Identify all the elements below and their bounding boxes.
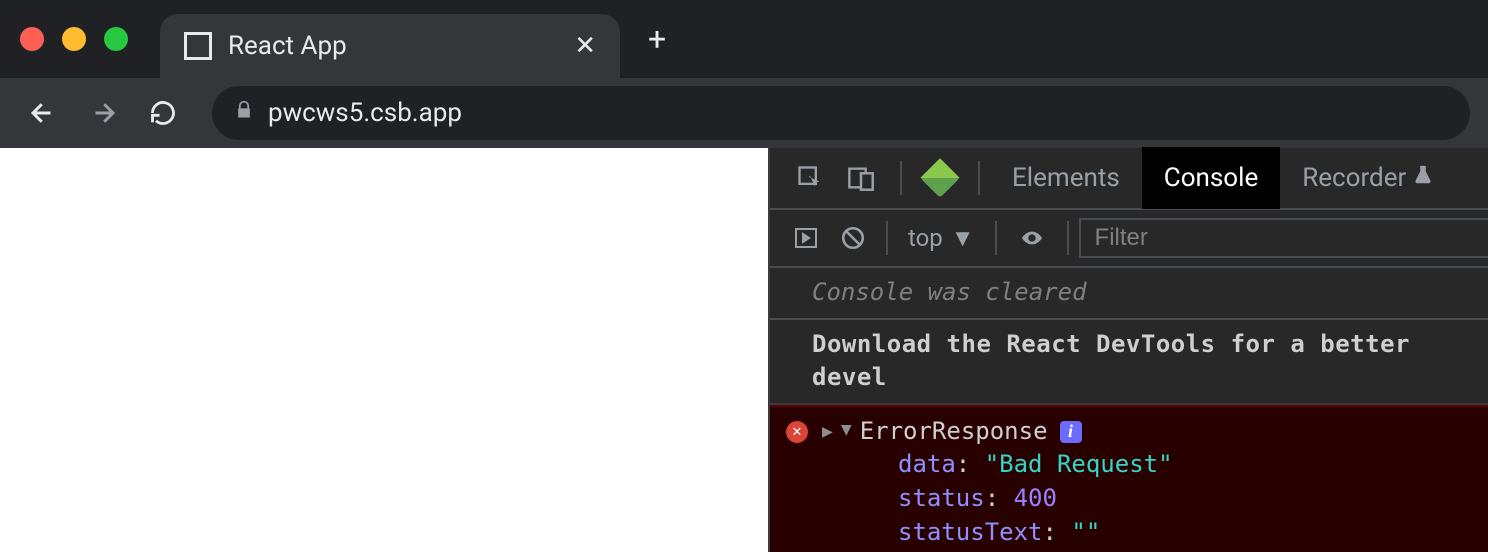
console-filter-input[interactable] — [1079, 218, 1488, 258]
window-close-button[interactable] — [20, 27, 44, 51]
context-selector[interactable]: top ▼ — [898, 224, 985, 253]
tab-favicon — [184, 32, 212, 60]
expand-caret-icon[interactable]: ▶ — [822, 419, 833, 444]
console-output: Console was cleared Download the React D… — [770, 268, 1488, 552]
devtools-tab-console[interactable]: Console — [1142, 147, 1280, 209]
lock-icon — [234, 98, 254, 128]
address-bar[interactable]: pwcws5.csb.app — [212, 86, 1470, 140]
error-prop: status: 400 — [786, 482, 1472, 516]
console-error: ✕ ▶ ▼ ErrorResponse i data: "Bad Request… — [770, 405, 1488, 552]
window-minimize-button[interactable] — [62, 27, 86, 51]
info-icon[interactable]: i — [1060, 421, 1082, 443]
chevron-down-icon: ▼ — [951, 224, 975, 253]
window-fullscreen-button[interactable] — [104, 27, 128, 51]
expand-caret-icon[interactable]: ▼ — [841, 417, 852, 442]
sidebar-toggle-icon[interactable] — [782, 226, 830, 250]
browser-toolbar: pwcws5.csb.app — [0, 78, 1488, 148]
back-button[interactable] — [18, 88, 68, 138]
nodejs-icon[interactable] — [926, 164, 954, 192]
forward-button[interactable] — [78, 88, 128, 138]
error-prop: data: "Bad Request" — [786, 448, 1472, 482]
device-toolbar-icon[interactable] — [846, 164, 876, 192]
webpage-content — [0, 148, 768, 552]
live-expression-icon[interactable] — [1007, 227, 1057, 249]
devtools-tab-elements[interactable]: Elements — [990, 147, 1142, 209]
error-prop: statusText: "" — [786, 516, 1472, 550]
console-toolbar: top ▼ — [770, 210, 1488, 268]
browser-tab[interactable]: React App ✕ — [160, 14, 620, 78]
console-message: Console was cleared — [770, 268, 1488, 320]
address-url: pwcws5.csb.app — [268, 98, 462, 128]
console-message: Download the React DevTools for a better… — [770, 320, 1488, 405]
close-tab-button[interactable]: ✕ — [574, 31, 596, 61]
clear-console-icon[interactable] — [830, 225, 876, 251]
browser-titlebar: React App ✕ + — [0, 0, 1488, 78]
devtools-tab-recorder[interactable]: Recorder — [1280, 147, 1456, 209]
viewport-split: Elements Console Recorder top ▼ — [0, 148, 1488, 552]
reload-button[interactable] — [138, 88, 188, 138]
new-tab-button[interactable]: + — [648, 20, 666, 58]
devtools-panel: Elements Console Recorder top ▼ — [768, 148, 1488, 552]
error-typename: ErrorResponse — [860, 415, 1048, 449]
beaker-icon — [1412, 163, 1434, 194]
tab-title: React App — [228, 31, 558, 61]
window-controls — [20, 27, 128, 51]
devtools-tabbar: Elements Console Recorder — [770, 148, 1488, 210]
error-icon: ✕ — [786, 421, 808, 443]
inspect-element-icon[interactable] — [796, 164, 824, 192]
